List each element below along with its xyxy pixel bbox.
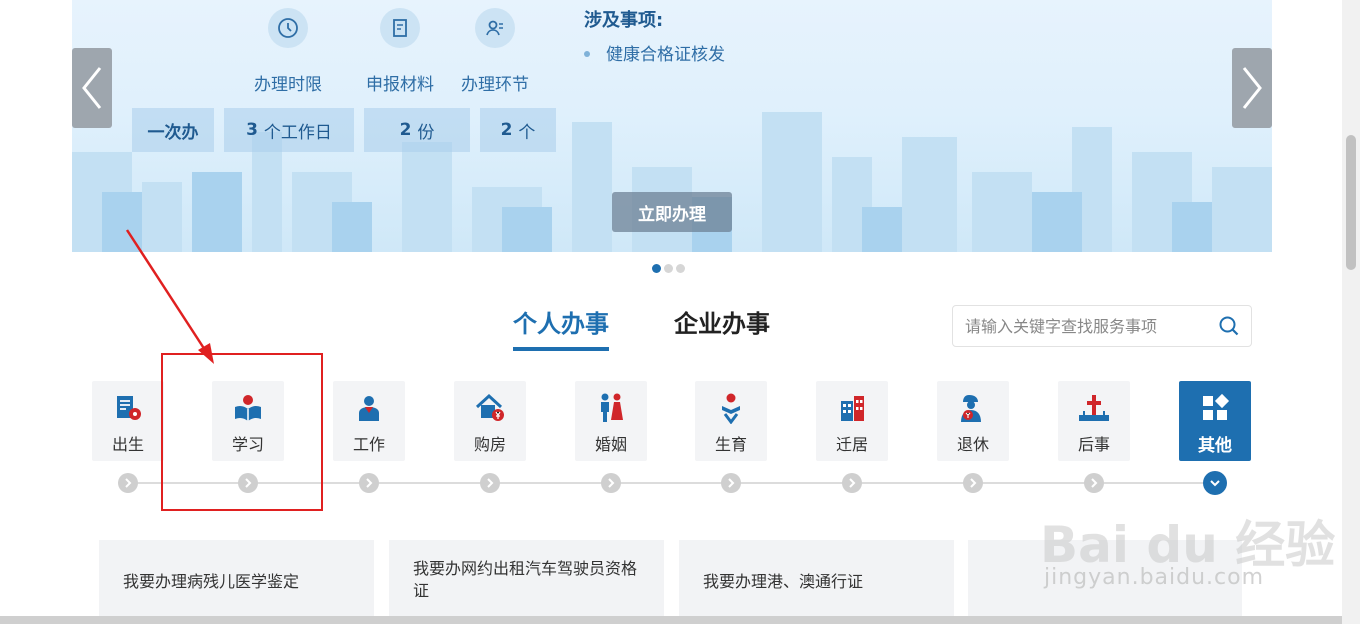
vertical-scrollbar[interactable]	[1342, 0, 1360, 624]
service-card[interactable]: 我要办理病残儿医学鉴定	[99, 540, 374, 624]
bottom-edge	[0, 616, 1342, 624]
service-card-label: 我要办理病残儿医学鉴定	[123, 572, 300, 591]
service-card-label: 我要办理港、澳通行证	[703, 572, 864, 591]
service-card-label: 我要办网约出租汽车驾驶员资格证	[413, 559, 638, 600]
service-card[interactable]: 我要办网约出租汽车驾驶员资格证	[389, 540, 664, 624]
service-card[interactable]: 我要办理港、澳通行证	[679, 540, 954, 624]
scrollbar-thumb[interactable]	[1346, 135, 1356, 270]
baidu-watermark-url: jingyan.baidu.com	[1044, 565, 1265, 590]
